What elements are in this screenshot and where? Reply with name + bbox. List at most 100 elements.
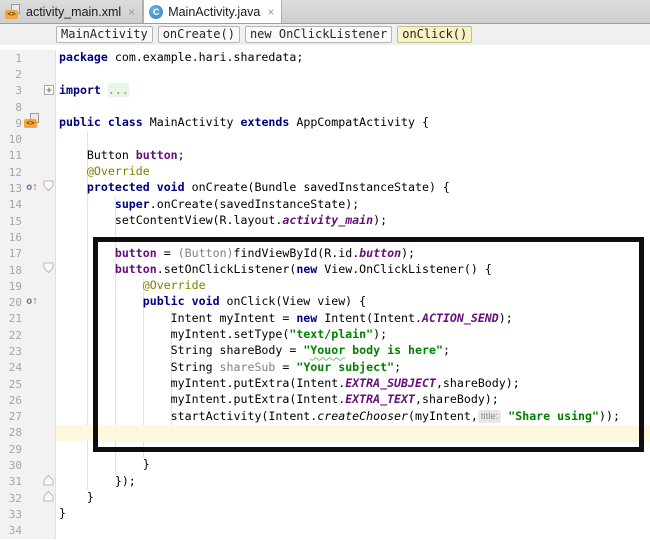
gutter[interactable]: 10	[0, 131, 56, 148]
code-text[interactable]: public void onClick(View view) {	[56, 294, 650, 310]
code-line-9[interactable]: 9 <> public class MainActivity extends App…	[0, 112, 650, 132]
gutter[interactable]: 21	[0, 310, 56, 328]
gutter[interactable]: 23	[0, 343, 56, 360]
code-text[interactable]: package com.example.hari.sharedata;	[56, 50, 650, 66]
code-text[interactable]: Intent myIntent = new Intent(Intent.ACTI…	[56, 311, 650, 327]
code-text[interactable]: }	[56, 457, 650, 473]
gutter[interactable]: 19	[0, 278, 56, 295]
gutter[interactable]: 31	[0, 473, 56, 491]
code-text[interactable]: button.setOnClickListener(new View.OnCli…	[56, 262, 650, 278]
gutter[interactable]: 27	[0, 408, 56, 425]
code-text[interactable]: String shareBody = "Youor body is here";	[56, 343, 650, 359]
code-line-17[interactable]: 17 button = (Button)findViewById(R.id.bu…	[0, 245, 650, 262]
gutter[interactable]: 32	[0, 490, 56, 507]
code-line-18[interactable]: 18 button.setOnClickListener(new View.On…	[0, 261, 650, 279]
fold-end-icon[interactable]	[43, 474, 54, 490]
code-text[interactable]	[56, 66, 650, 82]
gutter[interactable]: 17	[0, 245, 56, 262]
code-text[interactable]: setContentView(R.layout.activity_main);	[56, 213, 650, 229]
breadcrumb-mainactivity[interactable]: MainActivity	[56, 26, 153, 43]
code-line-32[interactable]: 32 }	[0, 490, 650, 507]
code-line-33[interactable]: 33}	[0, 506, 650, 523]
code-line-1[interactable]: 1 package com.example.hari.sharedata;	[0, 50, 650, 67]
code-line-3[interactable]: 3 import ...	[0, 82, 650, 99]
code-text[interactable]: }	[56, 506, 650, 522]
gutter[interactable]: 1	[0, 50, 56, 67]
code-line-24[interactable]: 24 String shareSub = "Your subject";	[0, 359, 650, 376]
breadcrumb-onclick-[interactable]: onClick()	[397, 26, 473, 43]
code-text[interactable]	[56, 131, 650, 147]
gutter[interactable]: 26	[0, 392, 56, 409]
code-text[interactable]	[56, 229, 650, 245]
code-line-28[interactable]: 28	[0, 424, 650, 442]
gutter[interactable]: 2	[0, 66, 56, 83]
gutter[interactable]: 22	[0, 327, 56, 344]
code-line-14[interactable]: 14 super.onCreate(savedInstanceState);	[0, 196, 650, 213]
code-line-20[interactable]: 20 o↑ public void onClick(View view) {	[0, 294, 650, 311]
code-text[interactable]: myIntent.putExtra(Intent.EXTRA_SUBJECT,s…	[56, 376, 650, 392]
gutter[interactable]: 11	[0, 147, 56, 165]
gutter[interactable]: 33	[0, 506, 56, 523]
code-text[interactable]: myIntent.putExtra(Intent.EXTRA_TEXT,shar…	[56, 392, 650, 408]
code-line-19[interactable]: 19 @Override	[0, 278, 650, 295]
overriding-method-icon[interactable]: o↑	[26, 181, 38, 193]
code-line-15[interactable]: 15 setContentView(R.layout.activity_main…	[0, 212, 650, 230]
code-line-30[interactable]: 30 }	[0, 457, 650, 474]
gutter[interactable]: 12	[0, 164, 56, 181]
code-line-26[interactable]: 26 myIntent.putExtra(Intent.EXTRA_TEXT,s…	[0, 392, 650, 409]
code-line-12[interactable]: 12 @Override	[0, 164, 650, 181]
close-icon[interactable]: ×	[128, 5, 135, 19]
code-line-29[interactable]: 29	[0, 441, 650, 458]
code-editor[interactable]: 1 package com.example.hari.sharedata; 2 3 im…	[0, 45, 650, 541]
gutter[interactable]: 18	[0, 261, 56, 279]
code-text[interactable]	[56, 424, 650, 442]
gutter[interactable]: 9 <>	[0, 112, 56, 132]
code-line-21[interactable]: 21 Intent myIntent = new Intent(Intent.A…	[0, 310, 650, 328]
fold-collapse-icon[interactable]	[43, 262, 54, 278]
code-text[interactable]: });	[56, 474, 650, 490]
code-text[interactable]: startActivity(Intent.createChooser(myInt…	[56, 409, 650, 425]
code-text[interactable]: String shareSub = "Your subject";	[56, 360, 650, 376]
code-text[interactable]: public class MainActivity extends AppCom…	[56, 115, 650, 131]
gutter[interactable]: 15	[0, 212, 56, 230]
code-text[interactable]	[56, 523, 650, 539]
code-text[interactable]: myIntent.setType("text/plain");	[56, 327, 650, 343]
gutter[interactable]: 24	[0, 359, 56, 376]
code-text[interactable]: @Override	[56, 164, 650, 180]
code-text[interactable]	[56, 99, 650, 115]
code-line-31[interactable]: 31 });	[0, 473, 650, 491]
code-line-22[interactable]: 22 myIntent.setType("text/plain");	[0, 327, 650, 344]
code-line-10[interactable]: 10	[0, 131, 650, 148]
code-line-34[interactable]: 34	[0, 522, 650, 539]
fold-expand-icon[interactable]	[43, 83, 54, 99]
code-text[interactable]	[56, 441, 650, 457]
code-line-25[interactable]: 25 myIntent.putExtra(Intent.EXTRA_SUBJEC…	[0, 375, 650, 393]
code-line-11[interactable]: 11 Button button;	[0, 147, 650, 165]
gutter[interactable]: 14	[0, 196, 56, 213]
gutter[interactable]: 28	[0, 424, 56, 442]
code-text[interactable]: }	[56, 490, 650, 506]
code-text[interactable]: protected void onCreate(Bundle savedInst…	[56, 180, 650, 196]
code-text[interactable]: import ...	[56, 82, 650, 99]
code-line-16[interactable]: 16	[0, 229, 650, 246]
breadcrumb-new-onclicklistener[interactable]: new OnClickListener	[244, 26, 393, 43]
tab-activity_main-xml[interactable]: <> activity_main.xml ×	[0, 0, 144, 23]
fold-collapse-icon[interactable]	[43, 180, 54, 196]
tab-mainactivity-java[interactable]: C MainActivity.java ×	[143, 0, 283, 23]
gutter[interactable]: 30	[0, 457, 56, 474]
close-icon[interactable]: ×	[267, 5, 274, 19]
gutter[interactable]: 34	[0, 522, 56, 539]
gutter[interactable]: 20 o↑	[0, 294, 56, 311]
code-text[interactable]: @Override	[56, 278, 650, 294]
code-line-27[interactable]: 27 startActivity(Intent.createChooser(my…	[0, 408, 650, 425]
gutter[interactable]: 16	[0, 229, 56, 246]
code-text[interactable]: super.onCreate(savedInstanceState);	[56, 197, 650, 213]
code-line-2[interactable]: 2	[0, 66, 650, 83]
overriding-method-icon[interactable]: o↑	[26, 295, 38, 307]
code-line-8[interactable]: 8	[0, 98, 650, 116]
gutter[interactable]: 3	[0, 82, 56, 99]
gutter[interactable]: 13 o↑	[0, 180, 56, 197]
code-line-23[interactable]: 23 String shareBody = "Youor body is her…	[0, 343, 650, 360]
code-text[interactable]: Button button;	[56, 148, 650, 164]
gutter[interactable]: 29	[0, 441, 56, 458]
